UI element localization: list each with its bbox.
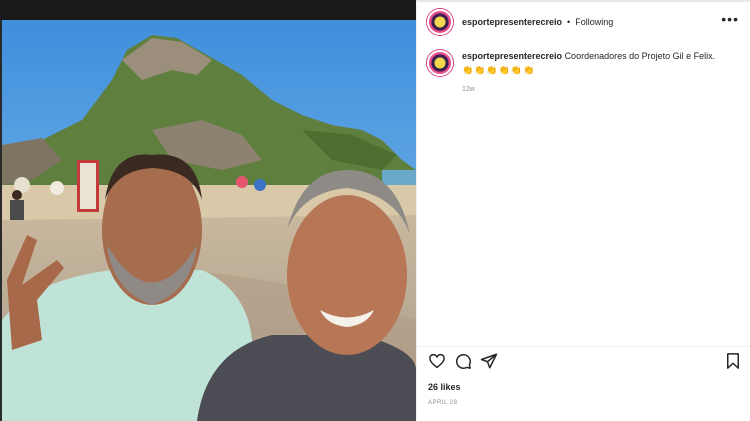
post-photo[interactable] [2,20,416,421]
post-header: esportepresenterecreio • Following ••• [417,2,750,42]
separator-dot: • [567,17,571,27]
heart-icon[interactable] [428,352,446,370]
post-date[interactable]: APRIL 28 [428,400,457,406]
caption-username[interactable]: esportepresenterecreio [462,51,562,61]
following-button[interactable]: Following [575,17,613,27]
comment-icon[interactable] [454,352,472,370]
like-count[interactable]: 26 likes [428,382,461,392]
bookmark-icon[interactable] [724,352,742,370]
caption-timestamp[interactable]: 12w [462,86,715,93]
caption-emojis: 👏👏👏👏👏👏 [462,65,536,75]
actions-divider [417,346,750,347]
header-username[interactable]: esportepresenterecreio [462,17,562,27]
send-icon[interactable] [480,352,498,370]
profile-avatar[interactable] [427,9,453,35]
action-bar [428,352,742,374]
caption: esportepresenterecreio Coordenadores do … [427,50,741,93]
more-options-icon[interactable]: ••• [721,12,739,26]
post-details-panel: esportepresenterecreio • Following ••• e… [416,2,750,421]
caption-text: Coordenadores do Projeto Gil e Felix. [564,51,716,61]
caption-avatar[interactable] [427,50,453,76]
